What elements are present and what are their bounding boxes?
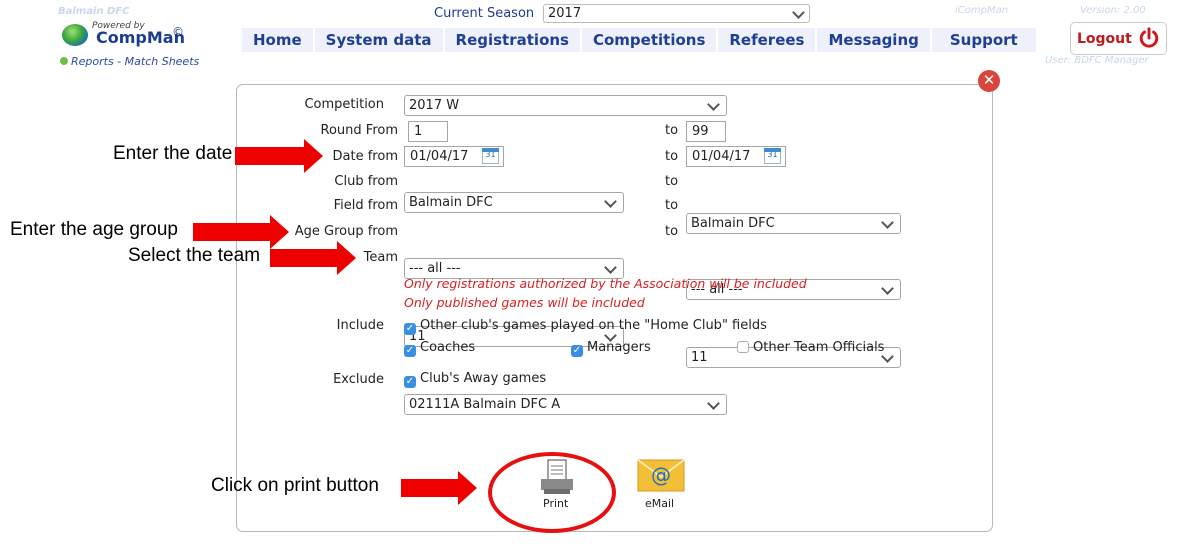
away-games-label: Club's Away games bbox=[420, 371, 547, 386]
club-from-label: Club from bbox=[334, 174, 398, 189]
nav-messaging[interactable]: Messaging bbox=[817, 28, 930, 52]
checkbox-checked-icon[interactable]: ✓ bbox=[571, 345, 583, 357]
checkbox-unchecked-icon[interactable] bbox=[737, 341, 749, 353]
team-value: 02111A Balmain DFC A bbox=[409, 397, 561, 412]
chevron-down-icon bbox=[792, 6, 805, 19]
competition-label: Competition bbox=[304, 97, 384, 112]
nav-referees[interactable]: Referees bbox=[718, 28, 816, 52]
logout-label: Logout bbox=[1077, 31, 1132, 47]
date-to-input[interactable]: 01/04/17 31 bbox=[686, 146, 786, 167]
date-to-label: to bbox=[665, 149, 679, 164]
chevron-down-icon bbox=[881, 216, 894, 229]
annotation-enter-date: Enter the date bbox=[113, 143, 233, 164]
round-from-input[interactable]: 1 bbox=[408, 121, 448, 142]
field-from-value: --- all --- bbox=[409, 261, 461, 276]
breadcrumb-label: Reports - Match Sheets bbox=[71, 55, 200, 68]
season-select[interactable]: 2017 bbox=[543, 4, 810, 23]
chevron-down-icon bbox=[881, 282, 894, 295]
nav-system-data[interactable]: System data bbox=[314, 28, 443, 52]
age-group-to-value: 11 bbox=[691, 350, 708, 365]
round-to-label: to bbox=[665, 123, 679, 138]
published-games-note: Only published games will be included bbox=[404, 295, 645, 310]
version-text: Version: 2.00 bbox=[1080, 5, 1146, 16]
chevron-down-icon bbox=[707, 98, 720, 111]
user-text: User: BDFC Manager bbox=[1045, 55, 1149, 66]
field-to-label: to bbox=[665, 198, 679, 213]
other-officials-label: Other Team Officials bbox=[753, 340, 885, 355]
club-from-select[interactable]: Balmain DFC bbox=[404, 192, 624, 213]
season-value: 2017 bbox=[548, 6, 582, 21]
away-games-option[interactable]: ✓ Club's Away games bbox=[404, 371, 546, 388]
logout-button[interactable]: Logout bbox=[1070, 22, 1167, 55]
annotation-select-team: Select the team bbox=[128, 245, 261, 266]
chevron-down-icon bbox=[604, 261, 617, 274]
nav-competitions[interactable]: Competitions bbox=[581, 28, 717, 52]
checkbox-checked-icon[interactable]: ✓ bbox=[404, 323, 416, 335]
chevron-down-icon bbox=[707, 397, 720, 410]
club-to-value: Balmain DFC bbox=[691, 216, 775, 231]
exclude-label: Exclude bbox=[333, 372, 384, 387]
breadcrumb-dot-icon bbox=[60, 57, 68, 65]
date-to-value: 01/04/17 bbox=[692, 149, 751, 164]
season-label: Current Season bbox=[434, 6, 535, 21]
team-select[interactable]: 02111A Balmain DFC A bbox=[404, 394, 727, 415]
arrow-right-icon bbox=[193, 215, 289, 249]
include-home-fields-option[interactable]: ✓ Other club's games played on the "Home … bbox=[404, 318, 767, 335]
email-label[interactable]: eMail bbox=[645, 497, 674, 510]
annotation-click-print: Click on print button bbox=[211, 475, 379, 496]
club-from-value: Balmain DFC bbox=[409, 195, 493, 210]
checkbox-checked-icon[interactable]: ✓ bbox=[404, 376, 416, 388]
close-button[interactable]: ✕ bbox=[978, 70, 1000, 92]
arrow-right-icon bbox=[270, 241, 356, 275]
age-group-to-label: to bbox=[665, 224, 679, 239]
competition-select[interactable]: 2017 W bbox=[404, 95, 727, 116]
svg-text:@: @ bbox=[651, 463, 671, 487]
checkbox-checked-icon[interactable]: ✓ bbox=[404, 345, 416, 357]
annotation-enter-age-group: Enter the age group bbox=[10, 219, 178, 240]
breadcrumb: Reports - Match Sheets bbox=[60, 55, 199, 68]
coaches-option[interactable]: ✓ Coaches bbox=[404, 340, 475, 357]
arrow-right-icon bbox=[401, 471, 477, 505]
date-from-input[interactable]: 01/04/17 31 bbox=[404, 146, 504, 167]
print-highlight-circle bbox=[488, 452, 616, 533]
include-home-fields-label: Other club's games played on the "Home C… bbox=[420, 318, 767, 333]
nav-registrations[interactable]: Registrations bbox=[444, 28, 580, 52]
chevron-down-icon bbox=[604, 195, 617, 208]
managers-label: Managers bbox=[587, 340, 651, 355]
other-officials-option[interactable]: Other Team Officials bbox=[737, 340, 884, 355]
coaches-label: Coaches bbox=[420, 340, 476, 355]
field-from-label: Field from bbox=[333, 198, 398, 213]
calendar-icon[interactable]: 31 bbox=[482, 148, 499, 164]
managers-option[interactable]: ✓ Managers bbox=[571, 340, 651, 357]
nav-home[interactable]: Home bbox=[242, 28, 313, 52]
club-to-label: to bbox=[665, 174, 679, 189]
arrow-right-icon bbox=[235, 139, 323, 173]
calendar-icon[interactable]: 31 bbox=[764, 148, 781, 164]
competition-value: 2017 W bbox=[409, 98, 460, 113]
power-icon bbox=[1139, 27, 1159, 48]
round-from-label: Round From bbox=[320, 123, 398, 138]
club-to-select[interactable]: Balmain DFC bbox=[686, 213, 901, 234]
main-nav: Home System data Registrations Competiti… bbox=[242, 28, 1038, 52]
registrations-note: Only registrations authorized by the Ass… bbox=[404, 276, 807, 291]
round-to-input[interactable]: 99 bbox=[686, 121, 726, 142]
email-icon[interactable]: @ bbox=[637, 459, 685, 492]
date-from-value: 01/04/17 bbox=[410, 149, 469, 164]
nav-support[interactable]: Support bbox=[931, 28, 1036, 52]
include-label: Include bbox=[336, 318, 384, 333]
copyright-symbol: © bbox=[172, 25, 184, 39]
app-name: iCompMan bbox=[955, 5, 1009, 16]
club-name: Balmain DFC bbox=[58, 6, 130, 17]
compman-logo-icon bbox=[62, 24, 88, 46]
